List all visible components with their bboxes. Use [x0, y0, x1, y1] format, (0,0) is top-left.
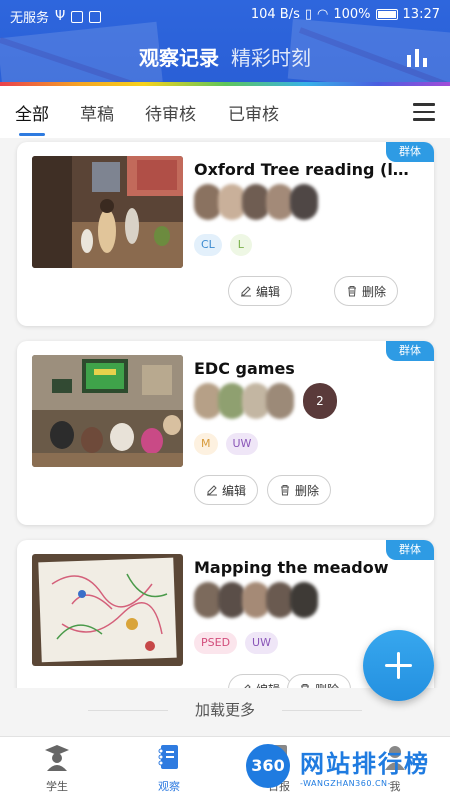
watermark-subtext: -WANGZHAN360.CN- [300, 779, 391, 788]
app-notification-icon-2 [89, 10, 102, 23]
delete-button-label: 删除 [294, 483, 319, 498]
observation-card[interactable]: 群体 Oxford Tree reading (level… CL L 编辑 删… [17, 142, 434, 326]
filter-tabs: 全部 草稿 待审核 已审核 [0, 86, 450, 138]
pencil-icon [240, 286, 251, 297]
edit-button[interactable]: 编辑 [228, 276, 292, 306]
menu-icon[interactable] [413, 103, 435, 121]
active-tab-indicator [19, 133, 45, 136]
pencil-icon [206, 485, 217, 496]
observation-title: Mapping the meadow [194, 558, 389, 577]
nav-item-students[interactable]: 学生 [22, 743, 92, 794]
tag-badge: L [229, 234, 252, 256]
student-avatars [194, 582, 318, 618]
nav-label-students: 学生 [46, 780, 68, 793]
observation-title: Oxford Tree reading (level… [194, 160, 409, 179]
load-more-label: 加载更多 [194, 701, 255, 719]
page-title: 观察记录 [139, 46, 219, 70]
learning-area-tags: PSED UW [194, 632, 278, 654]
observation-card[interactable]: 群体 EDC games 2 M UW 编辑 删除 [17, 341, 434, 525]
app-header: 无服务 Ψ 104 B/s ▯ ◠ 100% 13:27 观察记录 精彩时刻 [0, 0, 450, 86]
plus-icon-vertical [397, 652, 400, 679]
clock: 13:27 [402, 7, 440, 22]
edit-button-label: 编辑 [221, 483, 246, 498]
tab-reviewed[interactable]: 已审核 [228, 100, 279, 125]
bar-chart-icon[interactable] [406, 47, 428, 67]
watermark-logo-badge: 360 [246, 744, 290, 788]
divider-line [282, 710, 362, 711]
group-badge: 群体 [386, 341, 434, 361]
student-avatars [194, 184, 318, 220]
site-watermark: 360 网站排行榜 -WANGZHAN360.CN- [240, 742, 450, 800]
learning-area-tags: M UW [194, 433, 259, 455]
vibrate-icon: ▯ [304, 7, 313, 22]
header-title-row: 观察记录 精彩时刻 [0, 42, 450, 71]
edit-button[interactable]: 编辑 [194, 475, 258, 505]
add-observation-button[interactable] [363, 630, 434, 701]
notebook-icon [158, 745, 178, 769]
observation-photo[interactable] [32, 355, 183, 467]
observation-photo[interactable] [32, 554, 183, 666]
observation-title: EDC games [194, 359, 295, 378]
edit-button-label: 编辑 [255, 284, 280, 299]
page-subtitle[interactable]: 精彩时刻 [231, 46, 311, 70]
watermark-text: 网站排行榜 [300, 750, 430, 778]
wifi-icon: ◠ [317, 7, 329, 22]
more-students-count: 2 [303, 383, 337, 419]
tab-pending-review[interactable]: 待审核 [145, 100, 196, 125]
student-icon [45, 745, 69, 771]
status-bar: 无服务 Ψ 104 B/s ▯ ◠ 100% 13:27 [0, 0, 450, 32]
tab-drafts[interactable]: 草稿 [80, 100, 114, 125]
nav-item-observation[interactable]: 观察 [134, 743, 204, 794]
delete-button[interactable]: 删除 [267, 475, 331, 505]
network-speed: 104 B/s [250, 7, 300, 22]
tag-badge: CL [194, 234, 222, 256]
tag-badge: UW [225, 433, 259, 455]
student-avatar [266, 383, 294, 419]
group-badge: 群体 [386, 142, 434, 162]
app-notification-icon [71, 10, 84, 23]
nav-label-observation: 观察 [158, 780, 180, 793]
battery-percent: 100% [333, 7, 371, 22]
student-avatar [290, 582, 318, 618]
tag-badge: M [194, 433, 218, 455]
student-avatars [194, 383, 294, 419]
trash-icon [280, 485, 289, 496]
observation-photo[interactable] [32, 156, 183, 268]
student-avatar [290, 184, 318, 220]
delete-button-label: 删除 [361, 284, 386, 299]
carrier-text: 无服务 [10, 11, 50, 26]
learning-area-tags: CL L [194, 234, 252, 256]
battery-icon [375, 9, 398, 20]
tag-badge: UW [245, 632, 278, 654]
trash-icon [347, 286, 356, 297]
divider-line [88, 710, 168, 711]
tag-badge: PSED [194, 632, 238, 654]
delete-button[interactable]: 删除 [334, 276, 398, 306]
group-badge: 群体 [386, 540, 434, 560]
usb-icon: Ψ [55, 9, 66, 24]
tab-all[interactable]: 全部 [15, 100, 49, 125]
